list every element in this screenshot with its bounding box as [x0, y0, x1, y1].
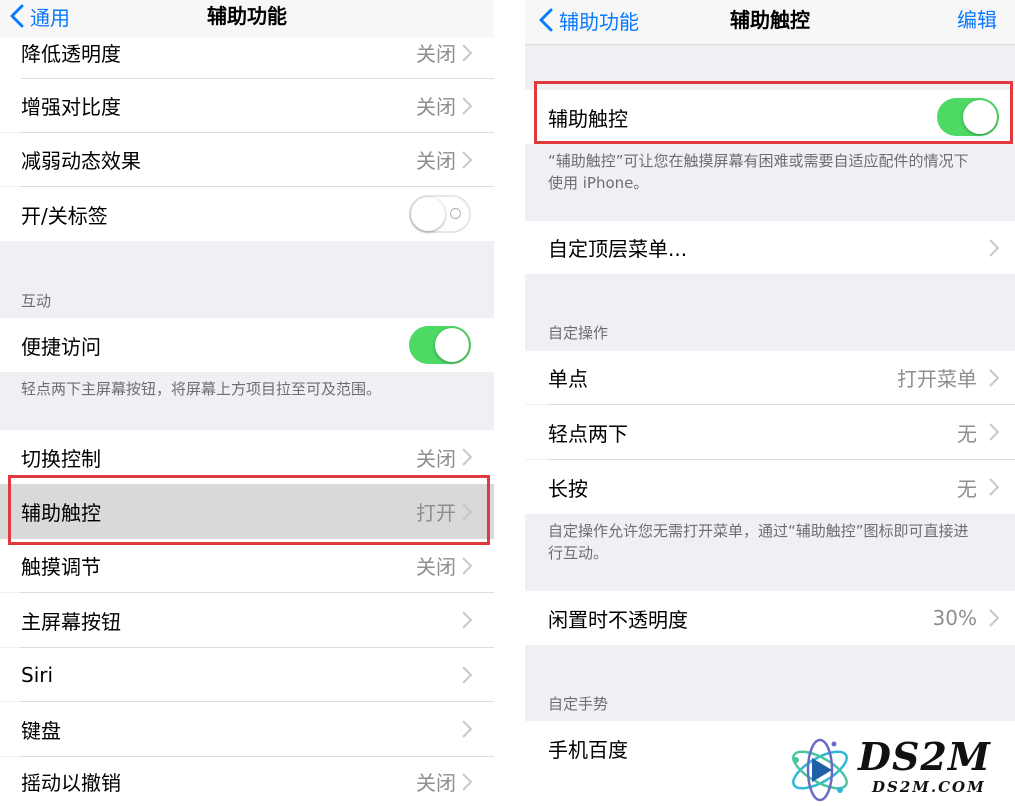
- row-label: 自定顶层菜单...: [548, 237, 688, 261]
- custom-actions-footer: 自定操作允许您无需打开菜单，通过“辅助触控”图标即可直接进 行互动。: [548, 520, 969, 564]
- row-switch-control[interactable]: 切换控制 关闭: [0, 430, 494, 484]
- edit-button[interactable]: 编辑: [957, 4, 997, 36]
- assistive-touch-footer: “辅助触控”可让您在触摸屏幕有困难或需要自适应配件的情况下 使用 iPhone。: [548, 150, 969, 194]
- chevron-right-icon: [462, 96, 472, 115]
- row-label: 单点: [548, 367, 588, 391]
- chevron-right-icon: [462, 43, 472, 62]
- chevron-right-icon: [462, 720, 472, 738]
- left-settings-pane: 降低透明度 关闭 增强对比度 关闭 减弱动态效果 关闭 开/关标签 互动 便捷访…: [0, 0, 494, 806]
- left-navigation-bar: 通用 辅助功能: [0, 0, 494, 38]
- footer-line: 自定操作允许您无需打开菜单，通过“辅助触控”图标即可直接进: [548, 522, 969, 540]
- row-increase-contrast[interactable]: 增强对比度 关闭: [0, 79, 494, 132]
- row-touch-accommodations[interactable]: 触摸调节 关闭: [0, 539, 494, 592]
- watermark-url: DS2M.COM: [872, 778, 986, 796]
- chevron-right-icon: [989, 478, 999, 496]
- back-button-accessibility[interactable]: 辅助功能: [539, 4, 639, 36]
- off-indicator-icon: [450, 208, 461, 219]
- row-label: 减弱动态效果: [21, 149, 141, 173]
- row-label: 切换控制: [21, 446, 101, 471]
- row-label: 摇动以撤销: [21, 771, 121, 795]
- row-value: 关闭: [416, 771, 456, 795]
- back-button-label: 通用: [30, 5, 70, 30]
- chevron-right-icon: [462, 448, 472, 466]
- row-shake-to-undo[interactable]: 摇动以撤销 关闭: [0, 757, 494, 806]
- right-settings-pane: 辅助功能 辅助触控 编辑 辅助触控 “辅助触控”可让您在触摸屏幕有困难或需要自适…: [525, 0, 1015, 806]
- toggle-knob: [963, 100, 997, 134]
- chevron-right-icon: [989, 423, 999, 441]
- chevron-right-icon: [989, 609, 999, 627]
- reachability-footer: 轻点两下主屏幕按钮，将屏幕上方项目拉至可及范围。: [21, 380, 382, 398]
- toggle-knob: [435, 328, 469, 362]
- page-title: 辅助功能: [207, 4, 287, 28]
- row-single-tap[interactable]: 单点 打开菜单: [525, 351, 1015, 404]
- back-button-label: 辅助功能: [559, 9, 639, 34]
- row-label: 键盘: [21, 718, 61, 743]
- row-double-tap[interactable]: 轻点两下 无: [525, 405, 1015, 459]
- row-idle-opacity[interactable]: 闲置时不透明度 30%: [525, 591, 1015, 645]
- chevron-left-icon: [539, 8, 553, 32]
- row-label: 手机百度: [548, 737, 628, 762]
- chevron-right-icon: [462, 502, 472, 521]
- row-value: 30%: [932, 606, 977, 630]
- chevron-right-icon: [462, 665, 472, 684]
- row-long-press[interactable]: 长按 无: [525, 460, 1015, 514]
- row-value: 打开: [416, 501, 456, 525]
- row-assistive-touch-toggle: 辅助触控: [525, 90, 1015, 144]
- atom-logo-icon: [792, 738, 848, 802]
- section-header-interaction: 互动: [21, 292, 52, 310]
- section-header-custom-gestures: 自定手势: [548, 695, 609, 713]
- footer-line: 使用 iPhone。: [548, 174, 649, 192]
- chevron-right-icon: [462, 611, 472, 629]
- reachability-toggle[interactable]: [409, 326, 471, 364]
- navbar-separator: [525, 44, 1015, 45]
- row-home-button[interactable]: 主屏幕按钮: [0, 593, 494, 647]
- chevron-right-icon: [989, 238, 999, 257]
- section-header-custom-actions: 自定操作: [548, 324, 609, 342]
- row-value: 关闭: [416, 149, 456, 173]
- row-value: 无: [957, 476, 977, 501]
- row-siri[interactable]: Siri: [0, 648, 494, 701]
- row-value: 关闭: [416, 95, 456, 119]
- right-navigation-bar: 辅助功能 辅助触控 编辑: [525, 0, 1015, 44]
- row-label: 轻点两下: [548, 421, 628, 446]
- chevron-right-icon: [989, 368, 999, 387]
- row-label: 增强对比度: [21, 95, 121, 119]
- row-value: 打开菜单: [897, 367, 977, 391]
- on-off-labels-toggle[interactable]: [409, 195, 471, 233]
- row-label: 主屏幕按钮: [21, 609, 121, 634]
- watermark-logo: DS2M DS2M.COM: [786, 732, 1011, 804]
- row-label: 辅助触控: [548, 106, 628, 131]
- row-reachability: 便捷访问: [0, 318, 494, 372]
- chevron-right-icon: [462, 556, 472, 575]
- row-customize-top-menu[interactable]: 自定顶层菜单...: [525, 221, 1015, 274]
- footer-line: “辅助触控”可让您在触摸屏幕有困难或需要自适应配件的情况下: [548, 152, 969, 170]
- row-value: 无: [957, 421, 977, 446]
- row-label: 辅助触控: [21, 501, 101, 525]
- row-label: 长按: [548, 476, 588, 501]
- row-label: 闲置时不透明度: [548, 607, 688, 632]
- chevron-right-icon: [462, 150, 472, 169]
- watermark-brand: DS2M: [858, 734, 991, 779]
- back-button-general[interactable]: 通用: [10, 0, 70, 32]
- row-label: 触摸调节: [21, 555, 101, 579]
- row-label: 便捷访问: [21, 334, 101, 359]
- chevron-right-icon: [462, 772, 472, 791]
- row-label: 开/关标签: [21, 203, 108, 228]
- row-label: Siri: [21, 662, 54, 687]
- row-on-off-labels: 开/关标签: [0, 187, 494, 241]
- row-reduce-motion[interactable]: 减弱动态效果 关闭: [0, 133, 494, 186]
- row-assistive-touch[interactable]: 辅助触控 打开: [0, 484, 494, 539]
- row-value: 关闭: [416, 555, 456, 579]
- chevron-left-icon: [10, 4, 24, 28]
- toggle-knob: [411, 197, 445, 231]
- row-value: 关闭: [416, 446, 456, 471]
- assistive-touch-toggle[interactable]: [937, 98, 999, 136]
- row-keyboard[interactable]: 键盘: [0, 702, 494, 756]
- footer-line: 行互动。: [548, 544, 609, 562]
